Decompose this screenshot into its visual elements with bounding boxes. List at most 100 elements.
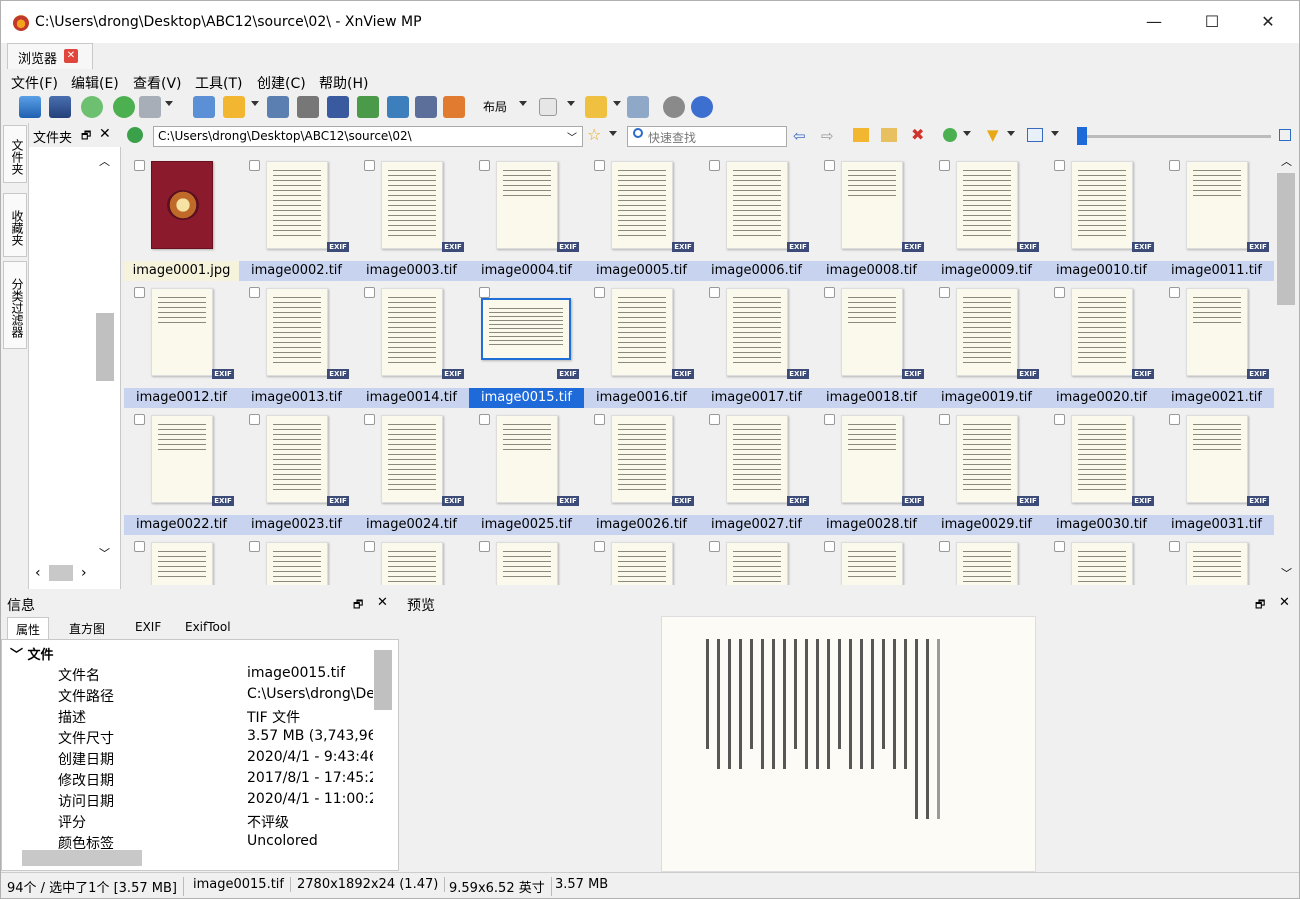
thumbnail-image[interactable] [956, 161, 1018, 249]
thumbnail-image[interactable] [956, 415, 1018, 503]
menu-help[interactable]: 帮助(H) [319, 73, 368, 93]
thumbnail-checkbox[interactable] [939, 287, 950, 298]
thumbnail-checkbox[interactable] [824, 541, 835, 552]
menu-view[interactable]: 查看(V) [133, 73, 182, 93]
copy-to-icon[interactable] [223, 96, 245, 118]
convert-icon[interactable] [357, 96, 379, 118]
scroll-left-icon[interactable]: ‹ [35, 565, 41, 581]
thumbnail-image[interactable] [481, 298, 571, 360]
thumbnail-checkbox[interactable] [134, 287, 145, 298]
settings-gear-icon[interactable] [663, 96, 685, 118]
minimize-button[interactable]: — [1131, 7, 1177, 37]
filter-dropdown-icon[interactable] [1007, 131, 1015, 136]
layout-button[interactable]: 布局 [483, 98, 507, 115]
info-close-icon[interactable]: ✕ [377, 595, 388, 610]
thumbnail-checkbox[interactable] [1054, 160, 1065, 171]
thumbnail-image[interactable] [496, 415, 558, 503]
grid-scroll-down-icon[interactable]: ﹀ [1281, 565, 1292, 581]
undock-icon[interactable]: 🗗 [81, 127, 91, 146]
thumbnail-cell[interactable]: EXIF image0021.tif [1159, 278, 1274, 408]
sort-dropdown-icon[interactable] [963, 131, 971, 136]
refresh-icon[interactable] [113, 96, 135, 118]
menu-file[interactable]: 文件(F) [11, 73, 58, 93]
thumbnail-image[interactable] [381, 288, 443, 376]
thumbnail-cell[interactable]: EXIF image0008.tif [814, 151, 929, 281]
thumbnail-checkbox[interactable] [824, 160, 835, 171]
thumbnail-checkbox[interactable] [134, 414, 145, 425]
thumbnail-cell[interactable] [1159, 532, 1274, 585]
grid-scrollbar-thumb[interactable] [1277, 173, 1295, 305]
thumbnail-checkbox[interactable] [939, 414, 950, 425]
thumbnail-image[interactable] [726, 415, 788, 503]
thumbnail-checkbox[interactable] [1169, 160, 1180, 171]
thumbnail-image[interactable] [611, 542, 673, 585]
delete-icon[interactable]: ✖ [911, 125, 924, 144]
thumbnail-size-slider[interactable] [1081, 135, 1271, 138]
wallpaper-icon[interactable] [443, 96, 465, 118]
properties-scrollbar[interactable] [374, 650, 392, 710]
folder-hscrollbar[interactable] [49, 565, 73, 581]
thumbnail-image[interactable] [841, 415, 903, 503]
thumbnail-checkbox[interactable] [134, 160, 145, 171]
thumbnail-checkbox[interactable] [594, 541, 605, 552]
rotate-icon[interactable] [139, 96, 161, 118]
grid-scrollbar[interactable]: ︿ ﹀ [1274, 151, 1298, 585]
thumbnail-checkbox[interactable] [1169, 414, 1180, 425]
thumbnail-checkbox[interactable] [824, 414, 835, 425]
panel-toggle-icon[interactable] [1279, 129, 1291, 141]
thumbnail-image[interactable] [151, 161, 213, 249]
preview-close-icon[interactable]: ✕ [1279, 595, 1290, 610]
thumbnail-image[interactable] [611, 415, 673, 503]
thumbnail-image[interactable] [151, 288, 213, 376]
menu-create[interactable]: 创建(C) [257, 73, 306, 93]
menu-tools[interactable]: 工具(T) [195, 73, 242, 93]
scroll-up-icon[interactable]: ︿ [99, 153, 110, 169]
grid-scroll-up-icon[interactable]: ︿ [1281, 153, 1292, 169]
thumbnail-image[interactable] [381, 542, 443, 585]
thumbnail-image[interactable] [726, 288, 788, 376]
batch-icon[interactable] [327, 96, 349, 118]
thumbnail-image[interactable] [841, 161, 903, 249]
fullscreen-icon[interactable] [49, 96, 71, 118]
side-tab-folders[interactable]: 文件夹 [3, 125, 27, 183]
thumbnail-checkbox[interactable] [1169, 541, 1180, 552]
tab-browser[interactable]: 浏览器 ✕ [7, 43, 93, 69]
thumbnail-image[interactable] [151, 542, 213, 585]
thumbnail-size-slider-thumb[interactable] [1077, 127, 1087, 145]
thumbnail-checkbox[interactable] [709, 541, 720, 552]
select-icon[interactable] [81, 96, 103, 118]
compare-dropdown-icon[interactable] [567, 101, 575, 106]
thumbnail-image[interactable] [496, 161, 558, 249]
favorite-dropdown-icon[interactable] [609, 131, 617, 136]
thumbnail-cell[interactable]: EXIF image0018.tif [814, 278, 929, 408]
thumbnail-checkbox[interactable] [479, 414, 490, 425]
thumbnail-checkbox[interactable] [364, 541, 375, 552]
bookmark-icon[interactable] [585, 96, 607, 118]
path-dropdown-icon[interactable]: ﹀ [567, 129, 577, 144]
thumbnail-cell[interactable]: EXIF image0013.tif [239, 278, 354, 408]
thumbnail-checkbox[interactable] [939, 160, 950, 171]
filter-icon[interactable]: ▼ [987, 126, 999, 144]
thumbnail-cell[interactable] [354, 532, 469, 585]
side-tab-category-filter[interactable]: 分类过滤器 [3, 261, 27, 349]
thumbnail-image[interactable] [266, 288, 328, 376]
quick-search-input[interactable]: 快速查找 [627, 126, 787, 147]
thumbnail-image[interactable] [266, 415, 328, 503]
sort-icon[interactable] [943, 128, 957, 142]
thumbnail-checkbox[interactable] [594, 160, 605, 171]
tab-exiftool[interactable]: ExifTool [177, 617, 239, 639]
thumbnail-checkbox[interactable] [364, 287, 375, 298]
thumbnail-checkbox[interactable] [1054, 287, 1065, 298]
menu-edit[interactable]: 编辑(E) [71, 73, 119, 93]
tab-histogram[interactable]: 直方图 [61, 617, 113, 639]
thumbnail-cell[interactable]: EXIF image0005.tif [584, 151, 699, 281]
close-button[interactable]: ✕ [1245, 7, 1291, 37]
thumbnail-image[interactable] [1186, 542, 1248, 585]
thumbnail-cell[interactable] [929, 532, 1044, 585]
thumbnail-image[interactable] [381, 415, 443, 503]
copy-dropdown-icon[interactable] [251, 101, 259, 106]
thumbnail-cell[interactable]: EXIF image0012.tif [124, 278, 239, 408]
tab-properties[interactable]: 属性 [7, 617, 50, 639]
rename-icon[interactable] [193, 96, 215, 118]
thumbnail-cell[interactable]: EXIF image0015.tif [469, 278, 584, 408]
